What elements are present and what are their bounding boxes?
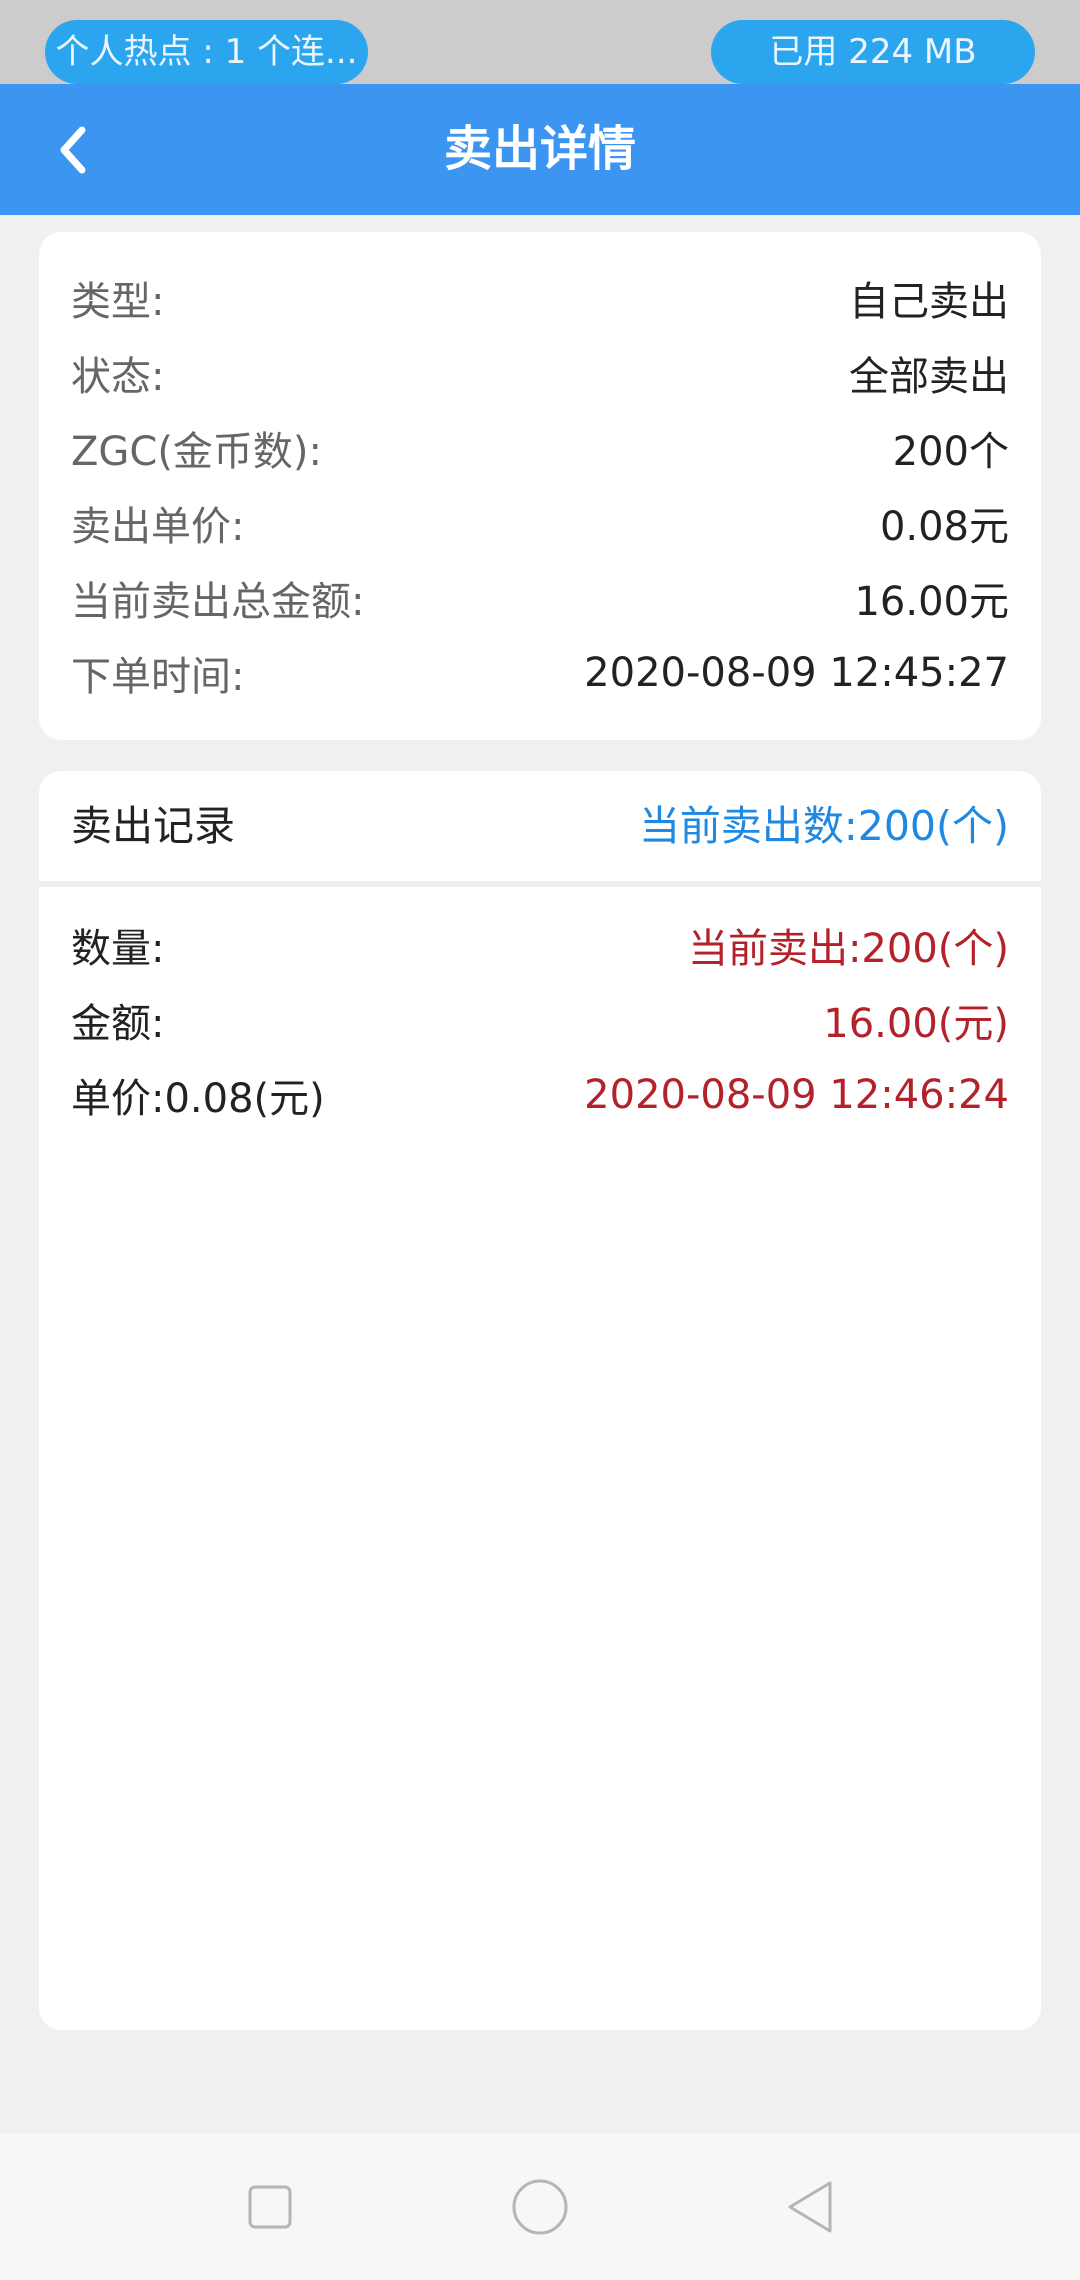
- detail-value: 0.08元: [879, 504, 1009, 550]
- record-value: 16.00(元): [823, 1001, 1009, 1047]
- record-label: 金额:: [71, 1001, 165, 1047]
- detail-row-type: 类型: 自己卖出: [71, 270, 1009, 326]
- sell-records-card: 卖出记录 当前卖出数:200(个) 数量: 当前卖出:200(个) 金额: 16…: [39, 771, 1041, 2030]
- back-button[interactable]: [36, 112, 112, 188]
- records-header: 卖出记录 当前卖出数:200(个): [39, 771, 1041, 881]
- square-icon: [248, 2185, 292, 2229]
- detail-label: 下单时间:: [71, 654, 245, 700]
- system-navigation-bar: [0, 2134, 1080, 2280]
- system-back-button[interactable]: [775, 2172, 845, 2242]
- triangle-back-icon: [788, 2181, 832, 2233]
- detail-value: 200个: [892, 429, 1009, 475]
- detail-row-total-amount: 当前卖出总金额: 16.00元: [71, 570, 1009, 626]
- recents-button[interactable]: [235, 2172, 305, 2242]
- detail-label: 当前卖出总金额:: [71, 579, 365, 625]
- detail-value: 自己卖出: [849, 279, 1009, 325]
- detail-value: 2020-08-09 12:45:27: [584, 650, 1009, 696]
- detail-label: 状态:: [71, 354, 165, 400]
- record-label: 数量:: [71, 926, 165, 972]
- home-button[interactable]: [505, 2172, 575, 2242]
- record-row-price-time: 单价:0.08(元) 2020-08-09 12:46:24: [71, 1067, 1009, 1123]
- detail-row-order-time: 下单时间: 2020-08-09 12:45:27: [71, 645, 1009, 701]
- order-details-card: 类型: 自己卖出 状态: 全部卖出 ZGC(金币数): 200个 卖出单价: 0…: [39, 232, 1041, 740]
- detail-label: ZGC(金币数):: [71, 429, 323, 475]
- detail-row-unit-price: 卖出单价: 0.08元: [71, 495, 1009, 551]
- chevron-left-icon: [60, 126, 86, 174]
- nav-bar: 卖出详情: [0, 84, 1080, 215]
- data-usage-indicator[interactable]: 已用 224 MB: [711, 20, 1035, 84]
- detail-row-coins: ZGC(金币数): 200个: [71, 420, 1009, 476]
- hotspot-indicator[interactable]: 个人热点 : 1 个连...: [45, 20, 368, 84]
- divider: [39, 881, 1041, 887]
- record-row-amount: 金额: 16.00(元): [71, 992, 1009, 1048]
- detail-label: 卖出单价:: [71, 504, 245, 550]
- records-count: 当前卖出数:200(个): [638, 802, 1009, 850]
- record-value: 当前卖出:200(个): [687, 926, 1009, 972]
- detail-label: 类型:: [71, 279, 165, 325]
- detail-row-status: 状态: 全部卖出: [71, 345, 1009, 401]
- status-bar: 个人热点 : 1 个连... 已用 224 MB: [0, 0, 1080, 84]
- record-time: 2020-08-09 12:46:24: [584, 1072, 1009, 1118]
- record-row-quantity: 数量: 当前卖出:200(个): [71, 917, 1009, 973]
- page-title: 卖出详情: [443, 121, 636, 177]
- detail-value: 16.00元: [854, 579, 1009, 625]
- record-price: 单价:0.08(元): [71, 1076, 325, 1122]
- circle-icon: [512, 2179, 568, 2235]
- records-title: 卖出记录: [71, 802, 235, 850]
- detail-value: 全部卖出: [849, 354, 1009, 400]
